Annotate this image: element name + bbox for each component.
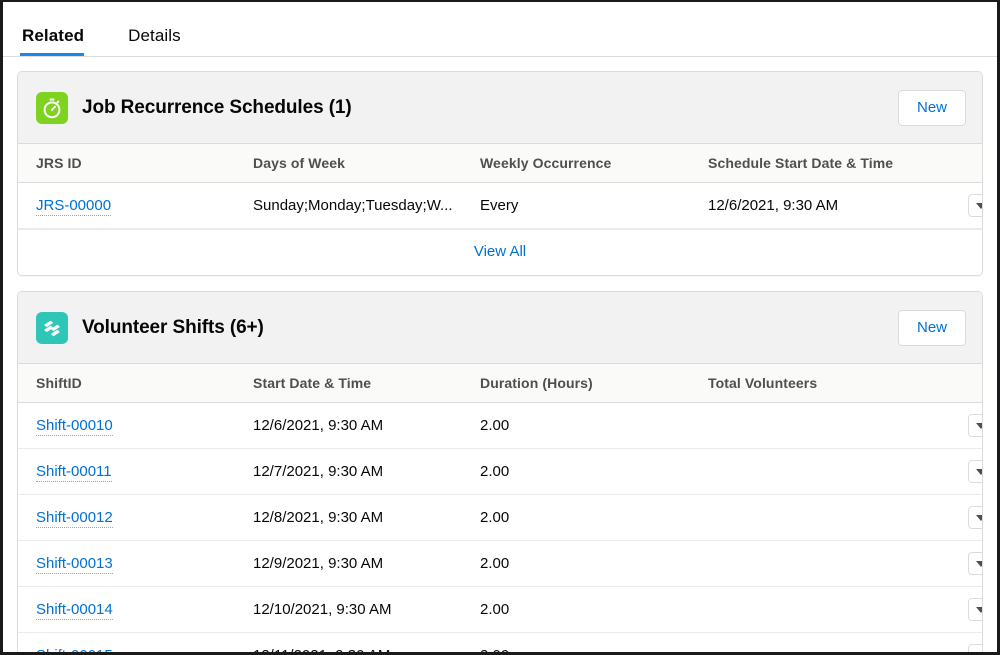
row-actions-dropdown-button[interactable] xyxy=(968,414,982,437)
chevron-down-icon xyxy=(976,606,982,613)
table-row: Shift-00013 12/9/2021, 9:30 AM 2.00 xyxy=(18,540,982,587)
tab-details-label: Details xyxy=(128,26,181,45)
column-header-jrs-id[interactable]: JRS ID xyxy=(18,144,253,183)
link-jrs-record[interactable]: JRS-00000 xyxy=(36,197,112,216)
card-header-volunteer-shifts: Volunteer Shifts (6+) New xyxy=(18,292,982,364)
table-row: Shift-00015 12/11/2021, 9:30 AM2.00 xyxy=(18,632,982,652)
cell-start-date-time: 12/9/2021, 9:30 AM xyxy=(253,540,480,587)
chevron-down-icon xyxy=(976,468,982,475)
cell-total-volunteers xyxy=(708,448,948,495)
table-header-row: ShiftID Start Date & Time Duration (Hour… xyxy=(18,364,982,403)
link-shift-record[interactable]: Shift-00012 xyxy=(36,509,113,528)
table-body: Shift-00010 12/6/2021, 9:30 AM 2.00 Shift-0… xyxy=(18,402,982,652)
cell-shift-id: Shift-00015 xyxy=(18,632,253,652)
cell-duration-hours: 2.00 xyxy=(480,402,708,449)
cell-shift-id: Shift-00010 xyxy=(18,402,253,449)
new-button-job-recurrence-schedules[interactable]: New xyxy=(897,89,966,126)
column-header-total-volunteers[interactable]: Total Volunteers xyxy=(708,364,948,403)
table-body: JRS-00000 Sunday;Monday;Tuesday;W... Eve… xyxy=(18,182,982,229)
column-header-schedule-start-date-time[interactable]: Schedule Start Date & Time xyxy=(708,144,948,183)
cell-total-volunteers xyxy=(708,402,948,449)
table-head: JRS ID Days of Week Weekly Occurrence Sc… xyxy=(18,144,982,183)
handshake-icon xyxy=(36,311,68,344)
cell-start-date-time: 12/10/2021, 9:30 AM xyxy=(253,586,480,633)
link-shift-record[interactable]: Shift-00013 xyxy=(36,555,113,574)
cell-days-of-week: Sunday;Monday;Tuesday;W... xyxy=(253,182,480,229)
cell-row-actions xyxy=(948,632,982,652)
row-actions-dropdown-button[interactable] xyxy=(968,644,982,652)
cell-duration-hours: 2.00 xyxy=(480,586,708,633)
card-volunteer-shifts: Volunteer Shifts (6+) New ShiftID Start … xyxy=(17,291,983,652)
table-row: JRS-00000 Sunday;Monday;Tuesday;W... Eve… xyxy=(18,182,982,229)
cell-weekly-occurrence: Every xyxy=(480,182,708,229)
chevron-down-icon xyxy=(976,422,982,429)
table-row: Shift-00014 12/10/2021, 9:30 AM 2.00 xyxy=(18,586,982,633)
cell-start-date-time: 12/11/2021, 9:30 AM xyxy=(253,632,480,652)
link-shift-record[interactable]: Shift-00011 xyxy=(36,463,112,482)
chevron-down-icon xyxy=(976,560,982,567)
cell-start-date-time: 12/6/2021, 9:30 AM xyxy=(253,402,480,449)
new-button-volunteer-shifts[interactable]: New xyxy=(897,309,966,346)
view-all-link-job-recurrence-schedules[interactable]: View All xyxy=(474,243,526,260)
cell-duration-hours: 2.00 xyxy=(480,632,708,652)
link-shift-record[interactable]: Shift-00010 xyxy=(36,417,113,436)
table-volunteer-shifts: ShiftID Start Date & Time Duration (Hour… xyxy=(18,364,982,652)
card-title-job-recurrence-schedules: Job Recurrence Schedules (1) xyxy=(82,96,352,118)
row-actions-dropdown-button[interactable] xyxy=(968,598,982,621)
page-root: Related Details Job Recurrence Schedules xyxy=(0,0,1000,655)
chevron-down-icon xyxy=(976,514,982,521)
column-header-days-of-week[interactable]: Days of Week xyxy=(253,144,480,183)
cell-total-volunteers xyxy=(708,540,948,587)
cell-shift-id: Shift-00014 xyxy=(18,586,253,633)
cell-duration-hours: 2.00 xyxy=(480,540,708,587)
cell-total-volunteers xyxy=(708,632,948,652)
cell-row-actions xyxy=(948,540,982,587)
card-title-volunteer-shifts: Volunteer Shifts (6+) xyxy=(82,316,264,338)
related-lists-container: Job Recurrence Schedules (1) New JRS ID … xyxy=(3,57,997,652)
stopwatch-icon xyxy=(36,91,68,124)
tab-related[interactable]: Related xyxy=(20,27,104,56)
cell-duration-hours: 2.00 xyxy=(480,448,708,495)
card-footer-job-recurrence-schedules: View All xyxy=(18,229,982,275)
table-row: Shift-00011 12/7/2021, 9:30 AM 2.00 xyxy=(18,448,982,495)
chevron-down-icon xyxy=(976,202,982,209)
column-header-start-date-time[interactable]: Start Date & Time xyxy=(253,364,480,403)
card-header-job-recurrence-schedules: Job Recurrence Schedules (1) New xyxy=(18,72,982,144)
tab-bar: Related Details xyxy=(3,2,997,57)
cell-row-actions xyxy=(948,402,982,449)
cell-total-volunteers xyxy=(708,494,948,541)
column-header-actions xyxy=(948,144,982,183)
tab-details[interactable]: Details xyxy=(126,27,201,56)
tab-related-label: Related xyxy=(22,26,85,45)
link-shift-record[interactable]: Shift-00014 xyxy=(36,601,113,620)
row-actions-dropdown-button[interactable] xyxy=(968,194,982,217)
cell-duration-hours: 2.00 xyxy=(480,494,708,541)
cell-schedule-start-date-time: 12/6/2021, 9:30 AM xyxy=(708,182,948,229)
row-actions-dropdown-button[interactable] xyxy=(968,460,982,483)
table-head: ShiftID Start Date & Time Duration (Hour… xyxy=(18,364,982,403)
cell-total-volunteers xyxy=(708,586,948,633)
cell-shift-id: Shift-00011 xyxy=(18,448,253,495)
row-actions-dropdown-button[interactable] xyxy=(968,552,982,575)
cell-row-actions xyxy=(948,494,982,541)
table-row: Shift-00012 12/8/2021, 9:30 AM 2.00 xyxy=(18,494,982,541)
cell-jrs-id: JRS-00000 xyxy=(18,182,253,229)
column-header-weekly-occurrence[interactable]: Weekly Occurrence xyxy=(480,144,708,183)
cell-row-actions xyxy=(948,586,982,633)
column-header-duration-hours[interactable]: Duration (Hours) xyxy=(480,364,708,403)
link-shift-record[interactable]: Shift-00015 xyxy=(36,647,113,652)
table-header-row: JRS ID Days of Week Weekly Occurrence Sc… xyxy=(18,144,982,183)
row-actions-dropdown-button[interactable] xyxy=(968,506,982,529)
card-job-recurrence-schedules: Job Recurrence Schedules (1) New JRS ID … xyxy=(17,71,983,276)
cell-start-date-time: 12/7/2021, 9:30 AM xyxy=(253,448,480,495)
column-header-shift-id[interactable]: ShiftID xyxy=(18,364,253,403)
cell-row-actions xyxy=(948,448,982,495)
cell-shift-id: Shift-00013 xyxy=(18,540,253,587)
table-row: Shift-00010 12/6/2021, 9:30 AM 2.00 xyxy=(18,402,982,449)
cell-start-date-time: 12/8/2021, 9:30 AM xyxy=(253,494,480,541)
cell-shift-id: Shift-00012 xyxy=(18,494,253,541)
cell-row-actions xyxy=(948,182,982,229)
table-job-recurrence-schedules: JRS ID Days of Week Weekly Occurrence Sc… xyxy=(18,144,982,229)
column-header-actions xyxy=(948,364,982,403)
